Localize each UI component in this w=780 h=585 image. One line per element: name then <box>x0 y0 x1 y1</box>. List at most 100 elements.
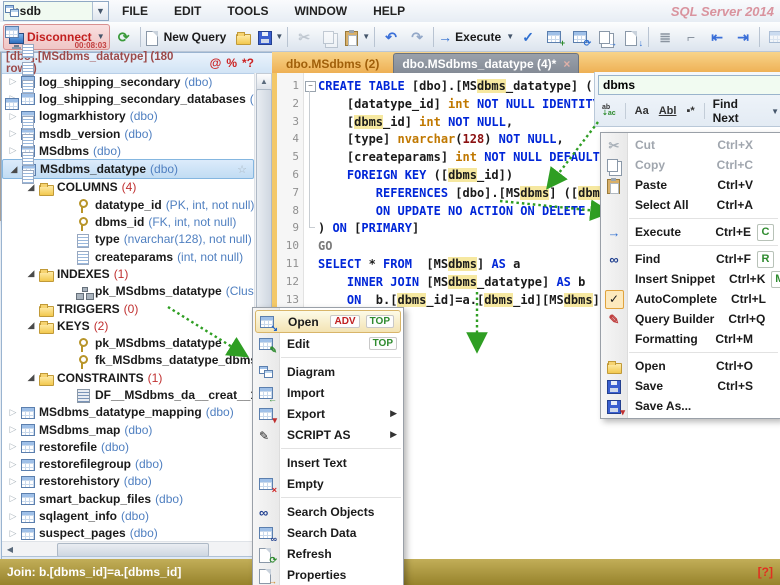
comment-button[interactable]: ≣ <box>653 25 677 49</box>
tree-item-dbms_id[interactable]: dbms_id(FK, int, not null) <box>2 213 254 230</box>
script-page-button[interactable]: ↓ <box>620 25 644 49</box>
menu-item-autocomplete[interactable]: ✓AutoCompleteCtrl+L <box>601 289 780 309</box>
tree-item-indexes[interactable]: ◢INDEXES(1) <box>2 265 254 282</box>
chevron-down-icon[interactable]: ▼ <box>275 32 283 41</box>
expander-closed-icon[interactable]: ▷ <box>6 424 20 435</box>
menu-item-search-objects[interactable]: ∞Search Objects <box>253 501 403 522</box>
menu-item-execute[interactable]: →ExecuteCtrl+EC <box>601 222 780 242</box>
menu-item-refresh[interactable]: ⟳Refresh <box>253 543 403 564</box>
tree-item-msdbms_datatype[interactable]: ◢MSdbms_datatype(dbo)☆ <box>2 159 254 178</box>
expander-open-icon[interactable]: ◢ <box>24 372 38 383</box>
tree-item-constraints[interactable]: ◢CONSTRAINTS(1) <box>2 369 254 386</box>
tree-item-smart_backup_files[interactable]: ▷smart_backup_files(dbo) <box>2 490 254 507</box>
scroll-left-icon[interactable]: ◀ <box>3 543 17 556</box>
new-query-button[interactable]: New Query <box>145 25 230 49</box>
tree-item-datatype_id[interactable]: datatype_id(PK, int, not null) <box>2 196 254 213</box>
tree-item-msdbms_map[interactable]: ▷MSdbms_map(dbo) <box>2 421 254 438</box>
menu-item-open[interactable]: OpenCtrl+O <box>601 356 780 376</box>
scrollbar-thumb[interactable] <box>57 543 209 557</box>
copy-results-button[interactable]: → <box>594 25 618 49</box>
menu-item-import[interactable]: ←Import <box>253 382 403 403</box>
tree-horizontal-scrollbar[interactable]: ◀ ▶ <box>2 541 270 557</box>
menu-item-paste[interactable]: PasteCtrl+V <box>601 175 780 195</box>
tree-item-fk_msdbms_datatype_dbms_id[interactable]: fk_MSdbms_datatype_dbms_id <box>2 352 254 369</box>
code-line[interactable]: INNER JOIN [MSdbms_datatype] AS b <box>318 275 585 289</box>
expander-closed-icon[interactable]: ▷ <box>6 111 20 122</box>
open-file-button[interactable] <box>231 25 255 49</box>
tree-item-log_shipping_secondary[interactable]: ▷log_shipping_secondary(dbo) <box>2 73 254 90</box>
paste-button[interactable]: ▼ <box>344 25 370 49</box>
menu-item-find[interactable]: ∞FindCtrl+FR <box>601 249 780 269</box>
redo-button[interactable]: ↷ <box>405 25 429 49</box>
menu-item-open[interactable]: ↘OpenADVTOP <box>255 310 401 333</box>
replace-icon[interactable]: ab⇣ac <box>598 103 620 119</box>
menu-item-select-all[interactable]: Select AllCtrl+A <box>601 195 780 215</box>
expander-open-icon[interactable]: ◢ <box>24 268 38 279</box>
tree-item-pk_msdbms_datatype[interactable]: pk_MSdbms_datatype <box>2 334 254 351</box>
regex-button[interactable]: ▪* <box>682 103 698 119</box>
tree-item-df__msdbms_da__creat__1367e60[interactable]: DF__MSdbms_da__creat__1367E60 <box>2 386 254 403</box>
tree-item-suspect_pages[interactable]: ▷suspect_pages(dbo) <box>2 525 254 541</box>
expander-closed-icon[interactable]: ▷ <box>6 76 20 87</box>
code-fold-icon[interactable]: − <box>305 81 316 92</box>
menu-item-formatting[interactable]: FormattingCtrl+M <box>601 329 780 349</box>
refresh-button[interactable]: ⟳ <box>112 25 136 49</box>
scroll-up-icon[interactable]: ▲ <box>256 73 272 90</box>
code-line[interactable]: [createparams] int NOT NULL DEFAULT (( <box>318 150 621 164</box>
help-button[interactable]: ? <box>247 56 254 70</box>
editor-tab[interactable]: dbo.MSdbms_datatype (4)*× <box>393 53 579 73</box>
expander-closed-icon[interactable]: ▷ <box>6 459 20 470</box>
uncomment-button[interactable]: ⌐ <box>679 25 703 49</box>
indent-left-button[interactable]: ⇤ <box>705 25 729 49</box>
menu-item-edit[interactable]: EDIT <box>161 0 214 22</box>
code-line[interactable]: [type] nvarchar(128) NOT NULL, <box>318 132 564 146</box>
undo-button[interactable]: ↶ <box>379 25 403 49</box>
expander-closed-icon[interactable]: ▷ <box>6 407 20 418</box>
menu-item-diagram[interactable]: Diagram <box>253 361 403 382</box>
menu-item-tools[interactable]: TOOLS <box>214 0 281 22</box>
menu-item-window[interactable]: WINDOW <box>281 0 360 22</box>
whole-word-button[interactable]: Abl <box>655 103 681 119</box>
tree-item-msdbms[interactable]: ▷MSdbms(dbo) <box>2 142 254 159</box>
header-action-@[interactable]: @ <box>210 56 222 70</box>
code-line[interactable]: [datatype_id] int NOT NULL IDENTITY(1, <box>318 97 622 111</box>
editor-tab[interactable]: dbo.MSdbms (2) <box>278 54 387 73</box>
add-table-button[interactable]: + <box>542 25 566 49</box>
close-tab-icon[interactable]: × <box>563 57 570 71</box>
execute-button[interactable]: →Execute▼ <box>438 25 514 49</box>
help-link[interactable]: [?] <box>758 565 773 579</box>
code-line[interactable]: CREATE TABLE [dbo].[MSdbms_datatype] ( <box>318 79 593 93</box>
code-line[interactable]: ON b.[dbms_id]=a.[dbms_id][MSdbms].[d <box>318 293 622 307</box>
expander-closed-icon[interactable]: ▷ <box>6 476 20 487</box>
menu-item-insert-snippet[interactable]: Insert SnippetCtrl+KM <box>601 269 780 289</box>
validate-button[interactable]: ✓ <box>516 25 540 49</box>
favorite-star-icon[interactable]: ☆ <box>237 163 247 176</box>
tree-item-restorehistory[interactable]: ▷restorehistory(dbo) <box>2 473 254 490</box>
tree-item-createparams[interactable]: createparams(int, not null) <box>2 248 254 265</box>
expander-closed-icon[interactable]: ▷ <box>6 145 20 156</box>
tree-item-sqlagent_info[interactable]: ▷sqlagent_info(dbo) <box>2 507 254 524</box>
expander-closed-icon[interactable]: ▷ <box>6 511 20 522</box>
tree-item-msdbms_datatype_mapping[interactable]: ▷MSdbms_datatype_mapping(dbo) <box>2 404 254 421</box>
menu-item-file[interactable]: FILE <box>109 0 161 22</box>
tree-item-logmarkhistory[interactable]: ▷logmarkhistory(dbo) <box>2 108 254 125</box>
menu-item-query-builder[interactable]: ✎Query BuilderCtrl+Q <box>601 309 780 329</box>
code-line[interactable]: ) ON [PRIMARY] <box>318 221 419 235</box>
menu-item-properties[interactable]: →Properties <box>253 564 403 585</box>
search-input[interactable] <box>598 75 780 95</box>
chevron-down-icon[interactable]: ▼ <box>362 32 370 41</box>
menu-item-save[interactable]: SaveCtrl+S <box>601 376 780 396</box>
menu-item-insert-text[interactable]: Insert Text <box>253 452 403 473</box>
tree-item-columns[interactable]: ◢COLUMNS(4) <box>2 179 254 196</box>
expander-closed-icon[interactable]: ▷ <box>6 441 20 452</box>
indent-right-button[interactable]: ⇥ <box>731 25 755 49</box>
menu-item-empty[interactable]: ×Empty <box>253 473 403 494</box>
chevron-down-icon[interactable]: ▼ <box>506 32 514 41</box>
chevron-down-icon[interactable]: ▼ <box>92 2 108 20</box>
tree-item-log_shipping_secondary_databases[interactable]: ▷log_shipping_secondary_databases(dbo) <box>2 90 254 107</box>
code-line[interactable]: GO <box>318 239 332 253</box>
expander-closed-icon[interactable]: ▷ <box>6 493 20 504</box>
menu-item-help[interactable]: HELP <box>360 0 418 22</box>
header-action-%[interactable]: % <box>226 56 237 70</box>
tree-item-keys[interactable]: ◢KEYS(2) <box>2 317 254 334</box>
